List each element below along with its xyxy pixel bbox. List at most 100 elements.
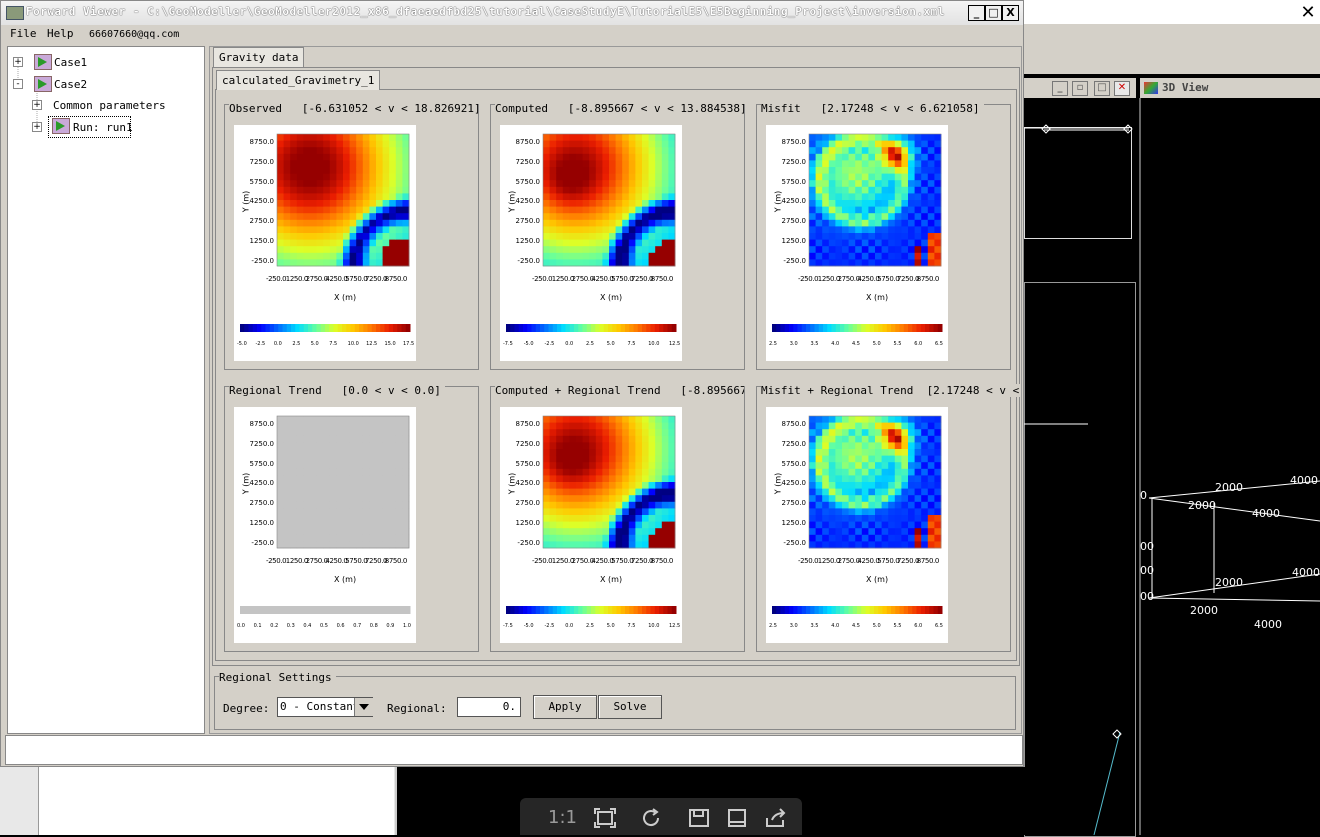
tab-calculated-gravimetry[interactable]: calculated_Gravimetry_1 bbox=[216, 70, 381, 90]
heatmap-cell bbox=[894, 468, 902, 476]
tree-item-run1[interactable]: Run: run1 bbox=[73, 121, 133, 134]
colorbar-segment bbox=[814, 324, 820, 332]
heatmap-cell bbox=[934, 186, 942, 194]
chevron-down-icon[interactable] bbox=[354, 698, 373, 716]
actual-size-button[interactable]: 1:1 bbox=[548, 807, 577, 828]
y-tick-label: 7250.0 bbox=[515, 157, 541, 166]
heatmap-cell bbox=[543, 528, 550, 536]
heatmap-cell bbox=[661, 495, 669, 503]
plot-canvas[interactable]: 8750.0 7250.0 5750.0 4250.0 2750.0 1250.0 -250… bbox=[234, 125, 416, 361]
heatmap-cell bbox=[914, 449, 922, 456]
heatmap-cell bbox=[908, 488, 915, 496]
plot-canvas[interactable]: 8750.0 7250.0 5750.0 4250.0 2750.0 1250.0 -250… bbox=[500, 125, 682, 361]
minimize-icon[interactable]: _ bbox=[968, 5, 985, 21]
colorbar-segment bbox=[865, 606, 871, 614]
subwindow-maximize-icon[interactable]: □ bbox=[1094, 81, 1110, 96]
heatmap-cell bbox=[562, 462, 570, 470]
heatmap-cell bbox=[395, 462, 403, 470]
heatmap-cell bbox=[362, 186, 370, 194]
heatmap-cell bbox=[901, 442, 909, 450]
heatmap-cell bbox=[609, 252, 616, 260]
heatmap-cell bbox=[822, 528, 830, 536]
heatmap-cell bbox=[661, 226, 669, 234]
heatmap-cell bbox=[296, 541, 304, 549]
view3d-canvas[interactable] bbox=[1024, 98, 1320, 835]
heatmap-cell bbox=[582, 475, 590, 483]
heatmap-cell bbox=[356, 134, 364, 141]
plot-canvas[interactable]: 8750.0 7250.0 5750.0 4250.0 2750.0 1250.0 -250… bbox=[500, 407, 682, 643]
tree-expander-common-parameters[interactable]: + bbox=[32, 100, 42, 110]
heatmap-cell bbox=[914, 153, 922, 161]
heatmap-cell bbox=[362, 259, 370, 267]
rotate-icon[interactable] bbox=[640, 807, 662, 829]
heatmap-cell bbox=[661, 206, 669, 214]
heatmap-cell bbox=[329, 475, 337, 483]
heatmap-cell bbox=[382, 416, 390, 423]
heatmap-cell bbox=[828, 515, 836, 522]
heatmap-cell bbox=[329, 206, 337, 214]
regional-input[interactable]: 0. bbox=[457, 697, 521, 717]
heatmap-cell bbox=[661, 147, 669, 155]
save-icon[interactable] bbox=[688, 808, 710, 828]
subwindow-minimize-icon[interactable]: _ bbox=[1052, 81, 1068, 96]
heatmap-cell bbox=[402, 147, 410, 155]
heatmap-cell bbox=[543, 416, 550, 423]
heatmap-cell bbox=[927, 534, 935, 542]
background-close-icon[interactable]: ✕ bbox=[1298, 3, 1318, 23]
heatmap-cell bbox=[349, 475, 357, 483]
heatmap-cell bbox=[283, 528, 291, 536]
subwindow-close-icon[interactable]: ✕ bbox=[1114, 81, 1130, 96]
heatmap-cell bbox=[809, 435, 816, 443]
heatmap-cell bbox=[901, 416, 909, 423]
colorbar-segment bbox=[303, 606, 309, 614]
tree-expander-case2[interactable]: - bbox=[13, 79, 23, 89]
colorbar-segment bbox=[801, 324, 807, 332]
x-tick-label: -250.0 bbox=[798, 557, 819, 565]
heatmap-cell bbox=[283, 134, 291, 141]
share-icon[interactable] bbox=[764, 808, 788, 828]
apply-button[interactable]: Apply bbox=[533, 695, 597, 719]
heatmap-cell bbox=[362, 226, 370, 234]
colorbar-tick-label: -7.5 bbox=[503, 623, 513, 629]
maximize-icon[interactable]: □ bbox=[985, 5, 1002, 21]
heatmap-cell bbox=[602, 160, 610, 168]
heatmap-cell bbox=[556, 180, 564, 188]
tree-expander-case1[interactable]: + bbox=[13, 57, 23, 67]
tree-item-case1[interactable]: Case1 bbox=[54, 56, 87, 69]
heatmap-cell bbox=[855, 422, 863, 430]
subwindow-restore-icon[interactable]: ▫ bbox=[1072, 81, 1088, 96]
heatmap-cell bbox=[927, 193, 935, 201]
heatmap-cell bbox=[901, 462, 909, 470]
heatmap-cell bbox=[316, 455, 324, 463]
tab-gravity-data[interactable]: Gravity data bbox=[213, 47, 305, 67]
heatmap-cell bbox=[356, 219, 364, 227]
heatmap-cell bbox=[828, 488, 836, 496]
tree-item-case2[interactable]: Case2 bbox=[54, 78, 87, 91]
fit-screen-icon[interactable] bbox=[594, 808, 616, 828]
heatmap-cell bbox=[316, 180, 324, 188]
heatmap-cell bbox=[894, 186, 902, 194]
heatmap-cell bbox=[668, 435, 676, 443]
x-axis-label: X (m) bbox=[600, 575, 623, 584]
heatmap-cell bbox=[556, 534, 564, 542]
heatmap-cell bbox=[303, 449, 311, 456]
heatmap-cell bbox=[343, 495, 350, 503]
tree-item-common-parameters[interactable]: Common parameters bbox=[53, 99, 166, 112]
heatmap-cell bbox=[848, 501, 856, 509]
heatmap-cell bbox=[343, 534, 350, 542]
plot-canvas[interactable]: 8750.0 7250.0 5750.0 4250.0 2750.0 1250.0 -250… bbox=[766, 407, 948, 643]
menu-file[interactable]: File bbox=[10, 27, 37, 40]
menu-help[interactable]: Help bbox=[47, 27, 74, 40]
plot-canvas[interactable]: 8750.0 7250.0 5750.0 4250.0 2750.0 1250.0 -250… bbox=[766, 125, 948, 361]
heatmap-cell bbox=[303, 252, 311, 260]
plot-canvas[interactable]: 8750.0 7250.0 5750.0 4250.0 2750.0 1250.0 -250… bbox=[234, 407, 416, 643]
heatmap-cell bbox=[329, 140, 337, 148]
heatmap-cell bbox=[283, 200, 291, 207]
close-icon[interactable]: X bbox=[1002, 5, 1019, 21]
heatmap-cell bbox=[277, 508, 284, 516]
heatmap-cell bbox=[622, 193, 630, 201]
heatmap-cell bbox=[323, 180, 331, 188]
window-icon[interactable] bbox=[726, 808, 748, 828]
solve-button[interactable]: Solve bbox=[598, 695, 662, 719]
tree-expander-run1[interactable]: + bbox=[32, 122, 42, 132]
